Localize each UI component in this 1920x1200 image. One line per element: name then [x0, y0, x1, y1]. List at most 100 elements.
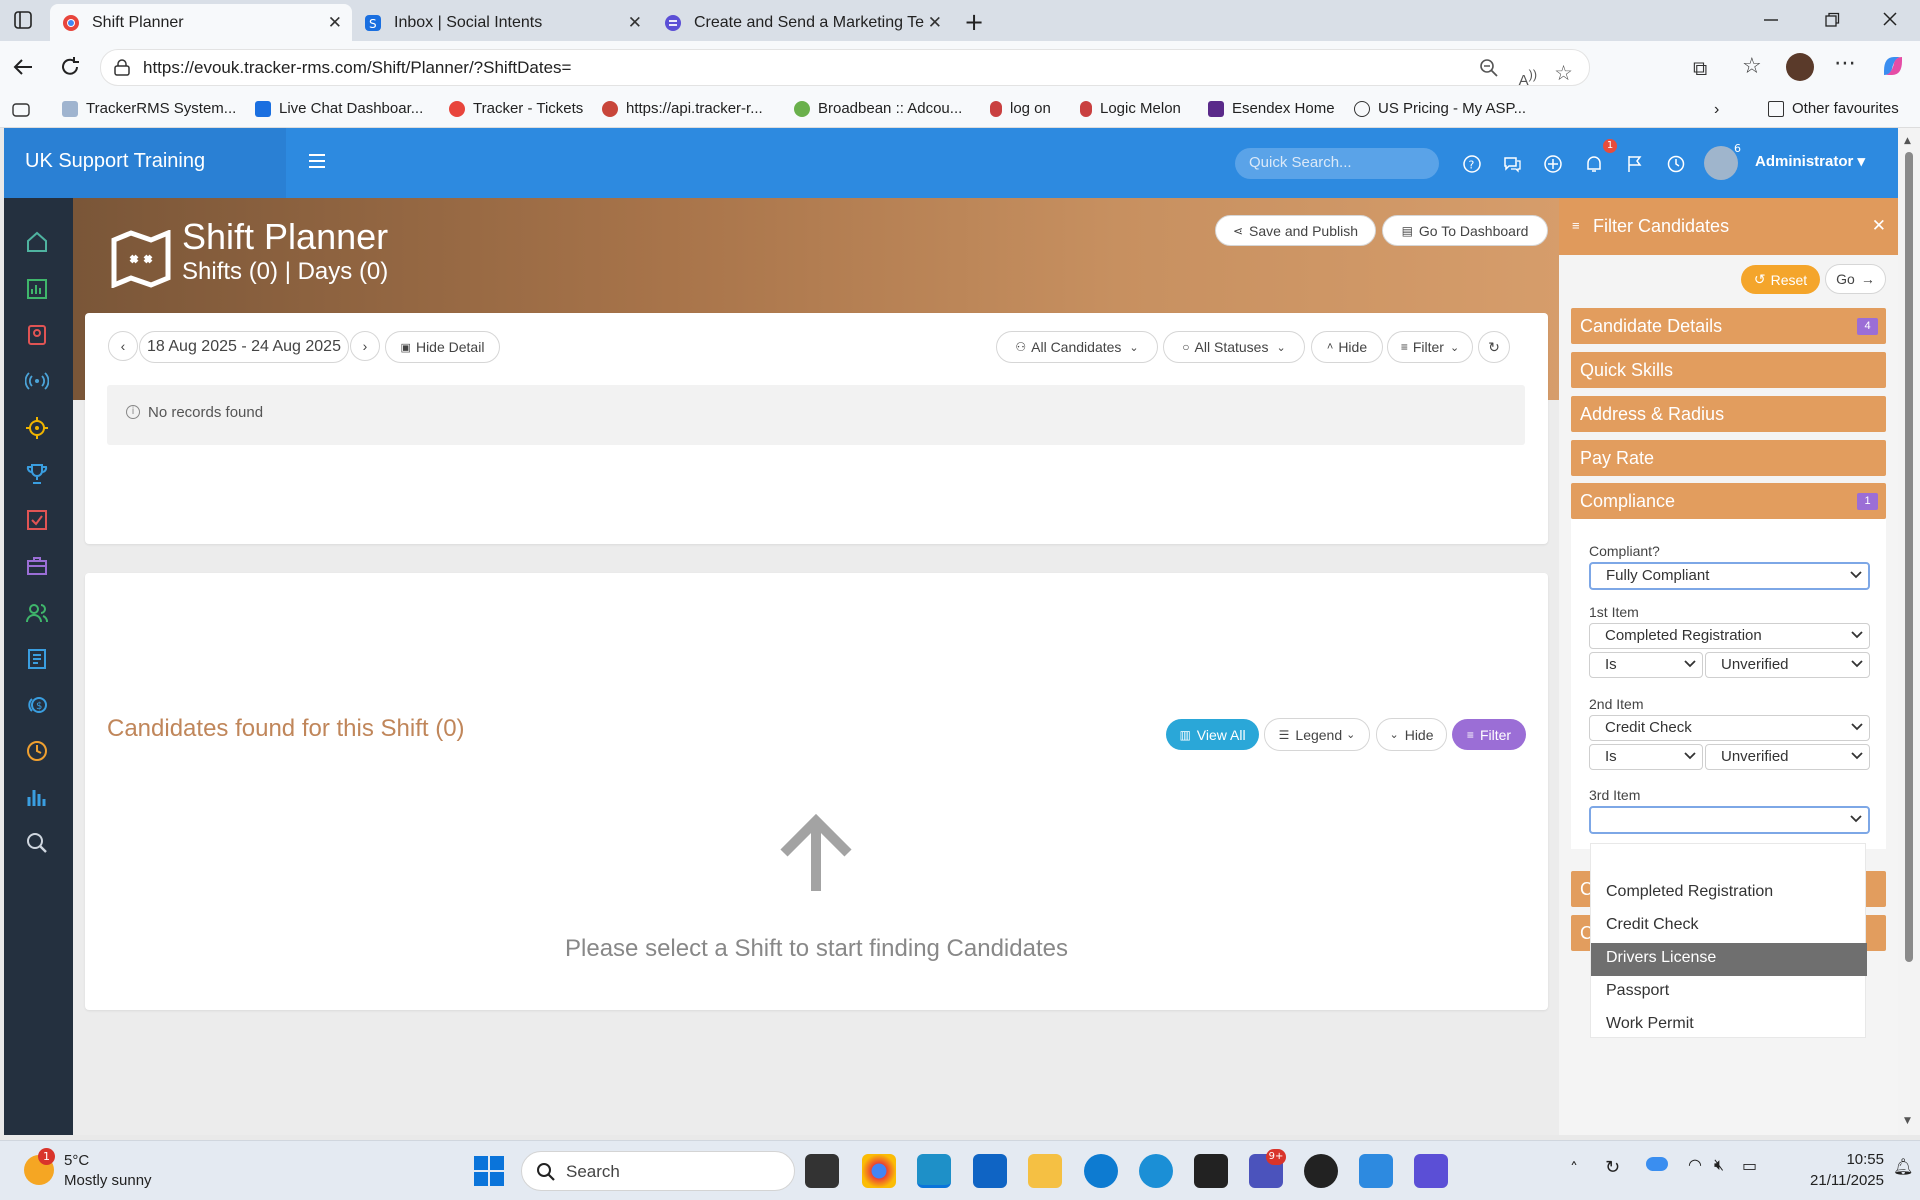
- notifications-icon[interactable]: 🔔︎: [1893, 1157, 1913, 1176]
- bookmark-trackerrms[interactable]: TrackerRMS System...: [62, 100, 236, 117]
- item1-operator-select[interactable]: Is: [1589, 652, 1703, 678]
- chat-icon[interactable]: [1502, 154, 1522, 174]
- hide-detail-button[interactable]: ▣ Hide Detail: [385, 331, 500, 363]
- refresh-icon[interactable]: [59, 56, 81, 78]
- restore-icon[interactable]: [1824, 12, 1840, 28]
- item1-status-select[interactable]: Unverified: [1705, 652, 1870, 678]
- chrome-taskbar-icon[interactable]: [862, 1154, 896, 1188]
- extensions-icon[interactable]: ⧉: [1693, 56, 1707, 80]
- taskbar-search[interactable]: Search: [521, 1151, 795, 1191]
- onedrive-icon[interactable]: [1646, 1157, 1668, 1171]
- user-avatar[interactable]: [1704, 146, 1738, 180]
- other-favourites[interactable]: Other favourites: [1768, 100, 1899, 117]
- favorite-star-icon[interactable]: ☆: [1554, 56, 1573, 91]
- bookmarks-overflow-icon[interactable]: ›: [1714, 101, 1719, 119]
- all-statuses-dropdown[interactable]: ○ All Statuses ⌄: [1163, 331, 1305, 363]
- clock-icon[interactable]: [25, 739, 49, 763]
- user-menu[interactable]: Administrator ▾: [1755, 152, 1865, 170]
- section-candidate-details[interactable]: Candidate Details 4: [1571, 308, 1886, 344]
- documents-icon[interactable]: [25, 647, 49, 671]
- go-button[interactable]: Go →: [1825, 264, 1886, 294]
- bookmark-api[interactable]: https://api.tracker-r...: [602, 100, 763, 117]
- media-player-icon[interactable]: [1304, 1154, 1338, 1188]
- reports-icon[interactable]: [25, 785, 49, 809]
- bookmark-logic-melon[interactable]: Logic Melon: [1080, 100, 1181, 117]
- back-icon[interactable]: [12, 57, 34, 77]
- close-tab-icon[interactable]: ✕: [328, 13, 342, 33]
- section-quick-skills[interactable]: Quick Skills: [1571, 352, 1886, 388]
- favorites-icon[interactable]: ☆: [1742, 54, 1762, 79]
- clock-time[interactable]: 10:55: [1784, 1151, 1884, 1168]
- save-publish-button[interactable]: ⋖ Save and Publish: [1215, 215, 1376, 246]
- hp-icon[interactable]: [1084, 1154, 1118, 1188]
- item2-status-select[interactable]: Unverified: [1705, 744, 1870, 770]
- hide-button[interactable]: ˄ Hide: [1311, 331, 1383, 363]
- volume-muted-icon[interactable]: 🔇︎: [1714, 1155, 1724, 1175]
- view-all-button[interactable]: ▥ View All: [1166, 719, 1259, 750]
- bookmark-panel-icon[interactable]: [12, 103, 30, 117]
- dashboard-icon[interactable]: [25, 277, 49, 301]
- section-compliance[interactable]: Compliance 1: [1571, 483, 1886, 519]
- zoom-icon[interactable]: [1479, 58, 1499, 78]
- edge-taskbar-icon[interactable]: [917, 1154, 951, 1188]
- dropdown-option-empty[interactable]: [1591, 844, 1867, 877]
- window-close-icon[interactable]: [1882, 11, 1898, 27]
- read-aloud-icon[interactable]: A)): [1519, 58, 1537, 98]
- hamburger-menu-icon[interactable]: [307, 153, 327, 169]
- photos-icon[interactable]: [1359, 1154, 1393, 1188]
- tab-marketing[interactable]: Create and Send a Marketing Tem ✕: [652, 4, 952, 41]
- minimize-icon[interactable]: [1763, 12, 1779, 28]
- bookmark-log-on[interactable]: log on: [990, 100, 1051, 117]
- bookmark-esendex[interactable]: Esendex Home: [1208, 100, 1335, 117]
- tab-inbox[interactable]: S Inbox | Social Intents ✕: [352, 4, 652, 41]
- wifi-icon[interactable]: ◠: [1688, 1155, 1702, 1174]
- bookmark-us-pricing[interactable]: US Pricing - My ASP...: [1354, 100, 1526, 117]
- add-icon[interactable]: [1543, 154, 1563, 174]
- close-tab-icon[interactable]: ✕: [928, 13, 942, 33]
- item2-operator-select[interactable]: Is: [1589, 744, 1703, 770]
- item1-select[interactable]: Completed Registration: [1589, 623, 1870, 649]
- filter-dropdown[interactable]: ≡ Filter ⌄: [1387, 331, 1473, 363]
- more-menu-icon[interactable]: ⋯: [1834, 51, 1856, 76]
- section-pay-rate[interactable]: Pay Rate: [1571, 440, 1886, 476]
- dropdown-option[interactable]: Credit Check: [1591, 910, 1867, 943]
- battery-icon[interactable]: ▭: [1742, 1156, 1757, 1175]
- home-icon[interactable]: [25, 230, 49, 254]
- trophy-icon[interactable]: [25, 462, 49, 486]
- quick-search-input[interactable]: Quick Search...: [1235, 148, 1439, 179]
- tasks-icon[interactable]: [25, 508, 49, 532]
- filter-candidates-button[interactable]: ≡ Filter: [1452, 719, 1526, 750]
- item2-select[interactable]: Credit Check: [1589, 715, 1870, 741]
- item3-dropdown-list[interactable]: Completed Registration Credit Check Driv…: [1590, 843, 1867, 1038]
- dropdown-option[interactable]: Work Permit: [1591, 1009, 1867, 1042]
- legend-dropdown[interactable]: ☰ Legend ⌄: [1264, 718, 1370, 751]
- scroll-down-icon[interactable]: ▼: [1904, 1116, 1911, 1126]
- sync-icon[interactable]: ↻: [1605, 1157, 1620, 1178]
- file-explorer-icon[interactable]: [1028, 1154, 1062, 1188]
- refresh-button[interactable]: ↻: [1478, 331, 1510, 363]
- section-address-radius[interactable]: Address & Radius: [1571, 396, 1886, 432]
- bookmark-live-chat[interactable]: Live Chat Dashboar...: [255, 100, 423, 117]
- prev-week-button[interactable]: ‹: [108, 331, 138, 361]
- reset-button[interactable]: ↺ Reset: [1741, 265, 1820, 294]
- outlook-taskbar-icon[interactable]: [973, 1154, 1007, 1188]
- tab-shift-planner[interactable]: Shift Planner ✕: [50, 4, 352, 41]
- scrollbar-thumb[interactable]: [1905, 152, 1913, 962]
- compliant-select[interactable]: Fully Compliant: [1589, 562, 1870, 590]
- all-candidates-dropdown[interactable]: ⚇ All Candidates ⌄: [996, 331, 1158, 363]
- clock-date[interactable]: 21/11/2025: [1784, 1172, 1884, 1189]
- site-info-icon[interactable]: [113, 59, 131, 77]
- briefcase-icon[interactable]: [25, 554, 49, 578]
- broadcast-icon[interactable]: [25, 369, 49, 393]
- task-view-icon[interactable]: [805, 1154, 839, 1188]
- brand-title[interactable]: UK Support Training: [4, 128, 286, 198]
- finance-icon[interactable]: $: [25, 693, 49, 717]
- marketing-app-icon[interactable]: [1414, 1154, 1448, 1188]
- hide-candidates-button[interactable]: ⌄ Hide: [1376, 718, 1447, 751]
- page-scrollbar[interactable]: ▲ ▼: [1898, 128, 1920, 1135]
- new-tab-icon[interactable]: +: [964, 8, 984, 36]
- go-dashboard-button[interactable]: ▤ Go To Dashboard: [1382, 215, 1548, 246]
- contacts-icon[interactable]: [25, 323, 49, 347]
- people-icon[interactable]: [25, 601, 49, 625]
- tab-actions-icon[interactable]: [14, 11, 32, 29]
